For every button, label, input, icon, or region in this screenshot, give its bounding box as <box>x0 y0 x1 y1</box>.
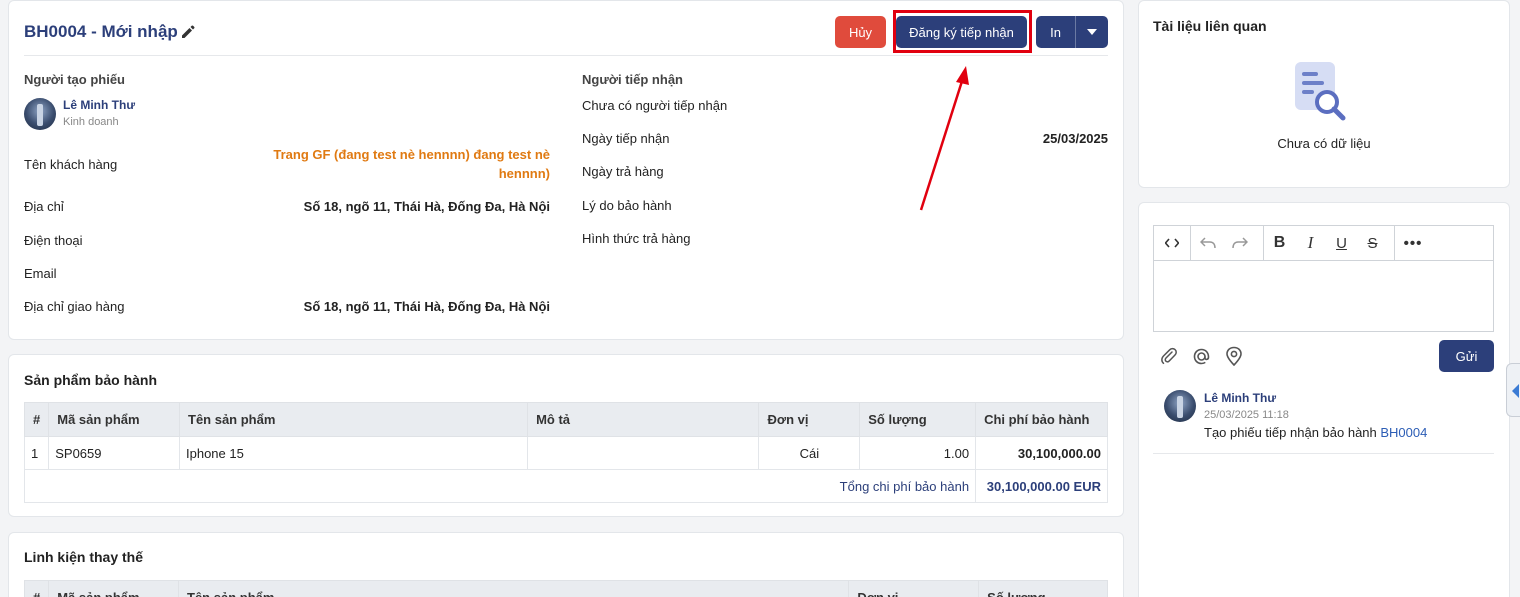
activity-time: 25/03/2025 11:18 <box>1204 409 1289 421</box>
comment-editor: B I U S ••• <box>1153 225 1494 332</box>
mention-icon[interactable] <box>1192 347 1211 366</box>
creator-department: Kinh doanh <box>63 116 119 128</box>
warranty-reason-label: Lý do bảo hành <box>582 198 672 213</box>
creator-name[interactable]: Lê Minh Thư <box>63 98 135 112</box>
activity-author[interactable]: Lê Minh Thư <box>1204 391 1276 405</box>
parts-table: # Mã sản phẩm Tên sản phẩm Đơn vị Số lượ… <box>23 580 1108 597</box>
col-header-unit: Đơn vị <box>848 580 980 597</box>
cell-cost: 30,100,000.00 <box>975 436 1108 470</box>
more-options-icon[interactable]: ••• <box>1395 226 1431 261</box>
col-header-name: Tên sản phẩm <box>178 402 529 437</box>
email-label: Email <box>24 266 57 281</box>
page-title: BH0004 - Mới nhập <box>24 22 178 41</box>
table-row[interactable]: 1 SP0659 Iphone 15 Cái 1.00 30,100,000.0… <box>23 436 1108 470</box>
col-header-code: Mã sản phẩm <box>48 402 180 437</box>
col-header-qty: Số lượng <box>859 402 977 437</box>
activity-text-prefix: Tạo phiếu tiếp nhận bảo hành <box>1204 425 1381 440</box>
receiver-section-label: Người tiếp nhận <box>582 72 683 87</box>
return-method-label: Hình thức trả hàng <box>582 231 691 246</box>
strikethrough-icon[interactable]: S <box>1357 226 1388 261</box>
activity-text: Tạo phiếu tiếp nhận bảo hành BH0004 <box>1204 425 1427 440</box>
chevron-down-icon[interactable] <box>1076 29 1108 35</box>
products-section-title: Sản phẩm bảo hành <box>24 372 158 388</box>
document-search-icon <box>1295 62 1346 121</box>
redo-icon[interactable] <box>1225 226 1255 261</box>
comment-input[interactable] <box>1154 261 1493 331</box>
ticket-link[interactable]: BH0004 <box>1380 425 1427 440</box>
avatar <box>24 98 56 130</box>
highlight-box <box>893 10 1032 53</box>
address-label: Địa chỉ <box>24 199 64 214</box>
cell-code: SP0659 <box>48 436 180 470</box>
undo-icon[interactable] <box>1191 226 1225 261</box>
cancel-button[interactable]: Hủy <box>835 16 886 48</box>
annotation-arrow <box>919 66 969 211</box>
underline-icon[interactable]: U <box>1326 226 1357 261</box>
cell-name: Iphone 15 <box>178 436 529 470</box>
receive-date-label: Ngày tiếp nhận <box>582 131 670 146</box>
col-header-unit: Đơn vị <box>758 402 861 437</box>
editor-toolbar: B I U S ••• <box>1154 225 1493 261</box>
side-panel-toggle[interactable] <box>1506 363 1520 417</box>
print-label: In <box>1050 24 1061 40</box>
total-row: Tổng chi phí bảo hành 30,100,000.00 EUR <box>23 469 1108 503</box>
location-pin-icon[interactable] <box>1225 346 1243 366</box>
delivery-address-value: Số 18, ngõ 11, Thái Hà, Đống Đa, Hà Nội <box>303 299 550 314</box>
delivery-address-label: Địa chỉ giao hàng <box>24 299 125 314</box>
col-header-no: # <box>23 402 50 437</box>
table-header-row: # Mã sản phẩm Tên sản phẩm Mô tả Đơn vị … <box>23 402 1108 437</box>
creator-section-label: Người tạo phiếu <box>24 72 125 87</box>
avatar <box>1164 390 1196 422</box>
cell-desc <box>527 436 760 470</box>
total-value: 30,100,000.00 EUR <box>975 469 1108 503</box>
docs-empty-text: Chưa có dữ liệu <box>1277 136 1371 151</box>
cell-qty: 1.00 <box>859 436 977 470</box>
docs-title: Tài liệu liên quan <box>1153 18 1267 34</box>
attachment-icon[interactable] <box>1160 347 1178 365</box>
receiver-status: Chưa có người tiếp nhận <box>582 98 728 113</box>
col-header-cost: Chi phí bảo hành <box>975 402 1108 437</box>
address-value: Số 18, ngõ 11, Thái Hà, Đống Đa, Hà Nội <box>303 199 550 214</box>
activity-divider <box>1153 453 1494 454</box>
print-button[interactable]: In <box>1036 16 1108 48</box>
products-table: # Mã sản phẩm Tên sản phẩm Mô tả Đơn vị … <box>23 402 1108 503</box>
phone-label: Điện thoại <box>24 233 83 248</box>
customer-name-value: Trang GF (đang test nè hennnn) đang test… <box>273 147 550 181</box>
col-header-qty: Số lượng <box>978 580 1108 597</box>
col-header-no: # <box>23 580 50 597</box>
header-divider <box>24 55 1108 56</box>
col-header-desc: Mô tả <box>527 402 760 437</box>
total-label: Tổng chi phí bảo hành <box>23 469 977 503</box>
table-header-row: # Mã sản phẩm Tên sản phẩm Đơn vị Số lượ… <box>23 580 1108 597</box>
col-header-code: Mã sản phẩm <box>48 580 180 597</box>
bold-icon[interactable]: B <box>1264 226 1295 261</box>
chevron-left-icon <box>1512 384 1519 398</box>
italic-icon[interactable]: I <box>1295 226 1326 261</box>
edit-icon[interactable] <box>180 24 196 40</box>
col-header-name: Tên sản phẩm <box>178 580 850 597</box>
code-view-icon[interactable] <box>1154 226 1190 261</box>
cell-unit: Cái <box>758 436 861 470</box>
return-date-label: Ngày trả hàng <box>582 164 664 179</box>
cell-no: 1 <box>23 436 50 470</box>
send-button[interactable]: Gửi <box>1439 340 1494 372</box>
customer-name-label: Tên khách hàng <box>24 157 118 172</box>
parts-section-title: Linh kiện thay thế <box>24 549 144 565</box>
